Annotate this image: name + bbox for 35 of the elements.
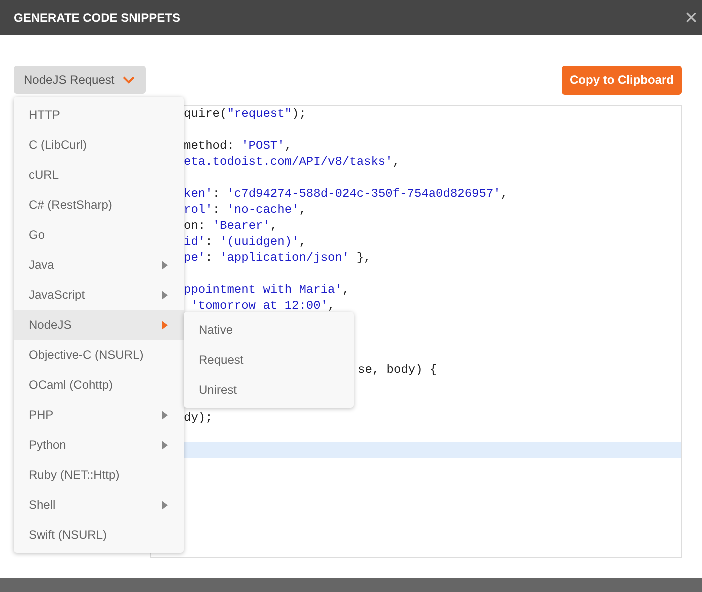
- menu-item[interactable]: NodeJS: [14, 310, 184, 340]
- menu-item[interactable]: C# (RestSharp): [14, 190, 184, 220]
- submenu-item[interactable]: Native: [184, 315, 354, 345]
- menu-item[interactable]: Objective-C (NSURL): [14, 340, 184, 370]
- code-line: 'tomorrow at 12:00',: [190, 299, 336, 313]
- close-button[interactable]: ×: [681, 6, 702, 28]
- caret-icon: [122, 76, 135, 84]
- submenu-item[interactable]: Request: [184, 345, 354, 375]
- menu-item[interactable]: Java: [14, 250, 184, 280]
- menu-item[interactable]: Shell: [14, 490, 184, 520]
- menu-item[interactable]: JavaScript: [14, 280, 184, 310]
- menu-item[interactable]: Ruby (NET::Http): [14, 460, 184, 490]
- code-line: quire("request");: [184, 107, 306, 121]
- code-line: id': '(uuidgen)',: [184, 235, 306, 249]
- menu-item[interactable]: C (LibCurl): [14, 130, 184, 160]
- menu-item[interactable]: cURL: [14, 160, 184, 190]
- code-line: dy);: [184, 411, 213, 425]
- menu-item[interactable]: Python: [14, 430, 184, 460]
- code-line: se, body) {: [358, 363, 438, 377]
- code-line: pe': 'application/json' },: [184, 251, 372, 265]
- menu-item[interactable]: Go: [14, 220, 184, 250]
- code-line: method: 'POST',: [184, 139, 292, 153]
- code-line: on: 'Bearer',: [184, 219, 278, 233]
- copy-button[interactable]: Copy to Clipboard: [562, 66, 682, 94]
- menu-item[interactable]: PHP: [14, 400, 184, 430]
- menu-item[interactable]: Swift (NSURL): [14, 520, 184, 550]
- menu-item[interactable]: OCaml (Cohttp): [14, 370, 184, 400]
- code-line: eta.todoist.com/API/v8/tasks',: [184, 155, 400, 169]
- code-line: rol': 'no-cache',: [184, 203, 306, 217]
- submenu-item[interactable]: Unirest: [184, 375, 354, 405]
- code-line: ken': 'c7d94274-588d-024c-350f-754a0d826957',: [184, 187, 508, 201]
- menu-item[interactable]: HTTP: [14, 100, 184, 130]
- code-line: ppointment with Maria',: [184, 283, 350, 297]
- window-title: GENERATE CODE SNIPPETS: [14, 10, 180, 24]
- language-dropdown[interactable]: NodeJS Request: [14, 66, 146, 94]
